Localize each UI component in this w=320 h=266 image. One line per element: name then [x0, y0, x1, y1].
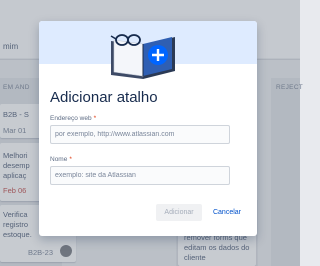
required-mark: * — [69, 156, 72, 163]
dialog-title: Adicionar atalho — [50, 89, 158, 106]
name-input[interactable] — [50, 166, 230, 185]
url-input[interactable] — [50, 125, 230, 144]
book-with-glasses-and-plus-icon — [110, 34, 175, 79]
name-field-label: Nome * — [50, 156, 72, 163]
cancel-button[interactable]: Cancelar — [207, 204, 247, 221]
add-button[interactable]: Adicionar — [156, 204, 202, 221]
url-field-label: Endereço web * — [50, 115, 97, 122]
add-shortcut-dialog: Adicionar atalho Endereço web* Nome* Adi… — [39, 21, 257, 236]
required-mark: * — [93, 115, 97, 122]
